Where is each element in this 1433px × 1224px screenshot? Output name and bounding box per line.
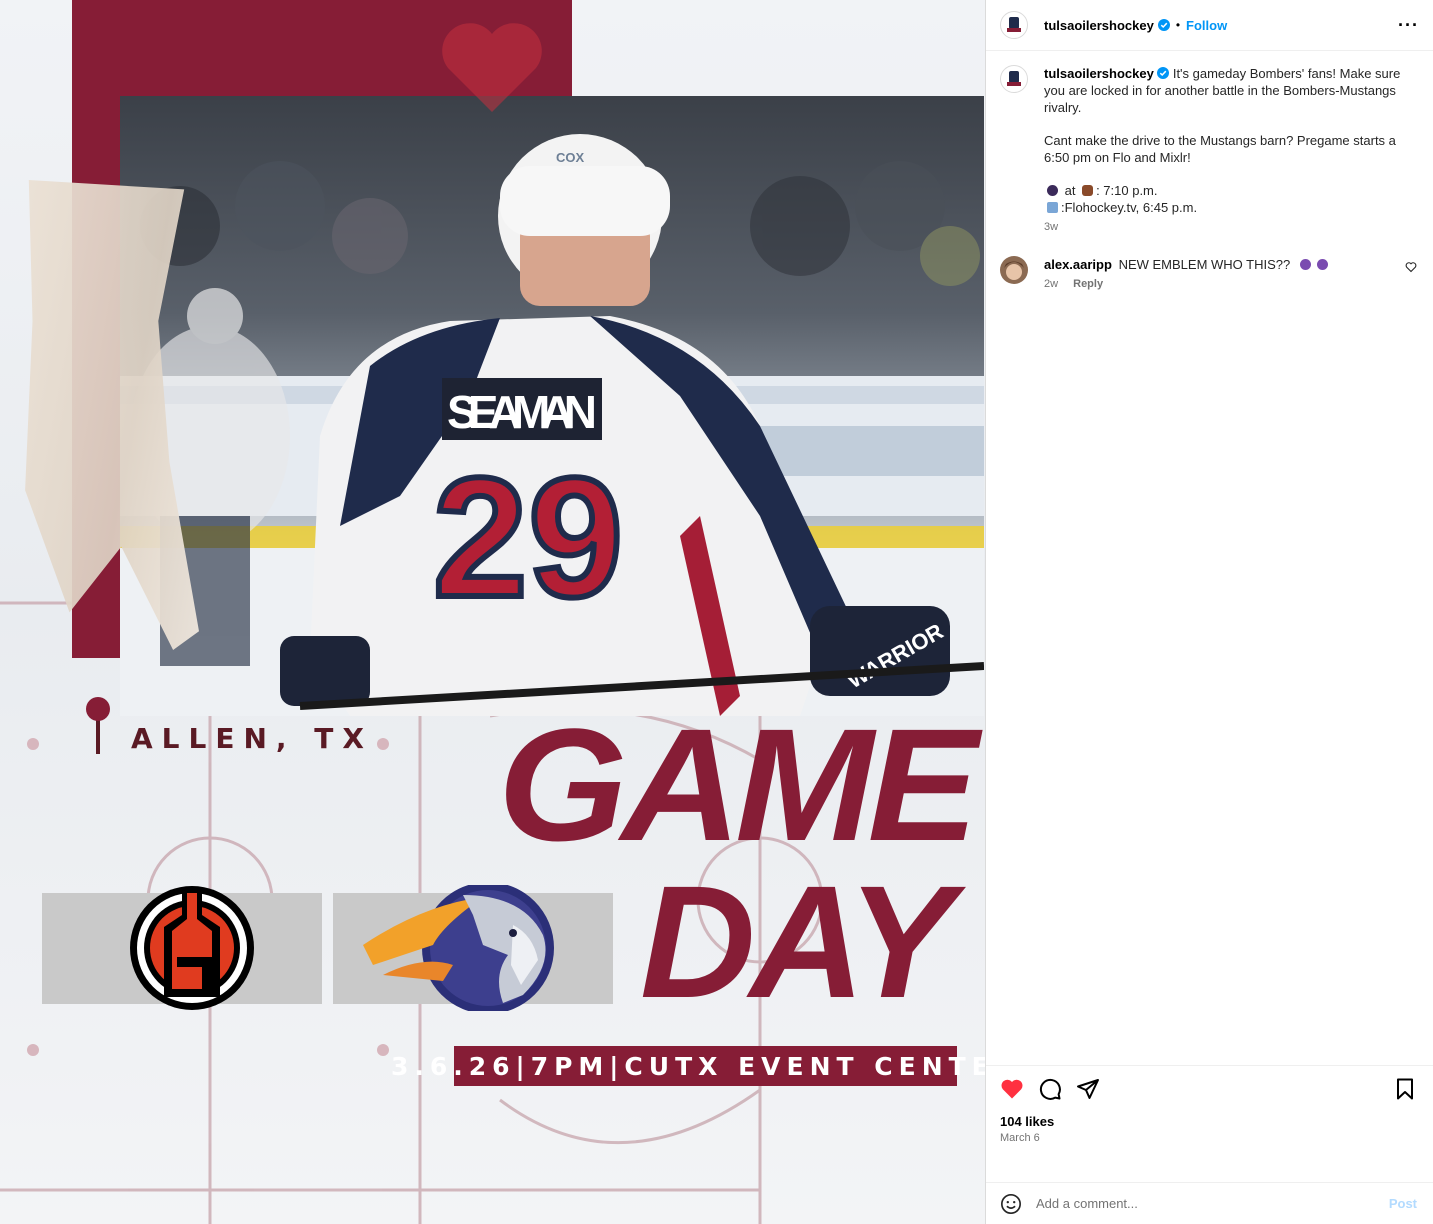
mustangs-logo-panel (333, 885, 613, 1011)
comment-username[interactable]: alex.aaripp (1044, 257, 1112, 272)
caption: tulsaoilershockey It's gameday Bombers' f… (1000, 65, 1417, 236)
liked-heart-icon[interactable] (1000, 1077, 1024, 1101)
comment-body: alex.aaripp NEW EMBLEM WHO THIS?? 2w Rep… (1044, 256, 1405, 293)
post-media[interactable]: SEAMAN 29 COX WARRIOR ALLEN, TX GAME DAY… (0, 0, 985, 1224)
post-sidebar: tulsaoilershockey • Follow ··· tulsaoile… (985, 0, 1433, 1224)
comments-list[interactable]: tulsaoilershockey It's gameday Bombers' f… (986, 51, 1433, 1065)
caption-username[interactable]: tulsaoilershockey (1044, 66, 1154, 81)
headline-game: GAME (498, 695, 978, 874)
bombers-logo (130, 886, 254, 1010)
bomb-emoji-icon (1047, 185, 1058, 196)
caption-body: tulsaoilershockey It's gameday Bombers' f… (1044, 65, 1417, 236)
post-comment-button[interactable]: Post (1389, 1196, 1417, 1211)
player-photo: SEAMAN 29 COX WARRIOR (120, 96, 984, 716)
post-dialog: SEAMAN 29 COX WARRIOR ALLEN, TX GAME DAY… (0, 0, 1433, 1224)
bombers-logo-panel (42, 886, 322, 1010)
heart-icon (442, 23, 542, 113)
post-actions: 104 likes March 6 (986, 1065, 1433, 1182)
comment-timestamp[interactable]: 2w (1044, 278, 1058, 290)
comment-icon[interactable] (1038, 1077, 1062, 1101)
caption-timestamp[interactable]: 3w (1044, 219, 1417, 236)
helmet-sponsor: COX (556, 150, 585, 165)
comment: alex.aaripp NEW EMBLEM WHO THIS?? 2w Rep… (1000, 256, 1417, 293)
horse-emoji-icon (1082, 185, 1094, 196)
oilers-logo-icon (1007, 71, 1021, 86)
caption-text-3a: at (1061, 183, 1080, 198)
post-date[interactable]: March 6 (1000, 1132, 1417, 1144)
bomb-emoji-icon (1316, 259, 1328, 270)
oilers-logo-icon (1007, 17, 1021, 32)
follow-button[interactable]: Follow (1186, 18, 1227, 33)
commenter-photo (1000, 256, 1028, 284)
emoji-picker-icon[interactable] (1000, 1193, 1022, 1215)
tv-emoji-icon (1047, 202, 1058, 213)
commenter-avatar[interactable] (1000, 256, 1028, 284)
bomb-emoji-icon (1299, 259, 1311, 270)
comment-composer: Post (986, 1182, 1433, 1224)
jersey-name: SEAMAN (447, 386, 597, 438)
header-username[interactable]: tulsaoilershockey (1044, 18, 1154, 33)
likes-count[interactable]: 104 likes (1000, 1114, 1417, 1129)
reply-button[interactable]: Reply (1073, 278, 1103, 290)
caption-text-2: Cant make the drive to the Mustangs barn… (1044, 133, 1396, 165)
mustangs-logo (363, 885, 554, 1011)
event-date-bar: 3.6.26|7PM|CUTX EVENT CENTER (391, 1046, 985, 1086)
share-icon[interactable] (1076, 1077, 1100, 1101)
headline-day: DAY (640, 852, 954, 1031)
comment-like-icon[interactable] (1405, 261, 1417, 273)
location-pin-icon (86, 697, 110, 754)
more-options-icon[interactable]: ··· (1398, 15, 1419, 36)
verified-badge-icon (1156, 67, 1169, 79)
account-avatar[interactable] (1000, 11, 1028, 39)
post-header: tulsaoilershockey • Follow ··· (986, 0, 1433, 51)
comment-text: NEW EMBLEM WHO THIS?? (1118, 257, 1291, 272)
caption-text-3b: : 7:10 p.m. (1096, 183, 1158, 198)
comment-input[interactable] (1036, 1196, 1389, 1211)
separator-dot: • (1175, 18, 1181, 32)
save-bookmark-icon[interactable] (1393, 1077, 1417, 1101)
caption-avatar[interactable] (1000, 65, 1028, 93)
jersey-number: 29 (433, 443, 623, 633)
verified-badge-icon (1157, 19, 1170, 31)
caption-text-4: :Flohockey.tv, 6:45 p.m. (1061, 200, 1198, 215)
location-label: ALLEN, TX (131, 722, 373, 755)
